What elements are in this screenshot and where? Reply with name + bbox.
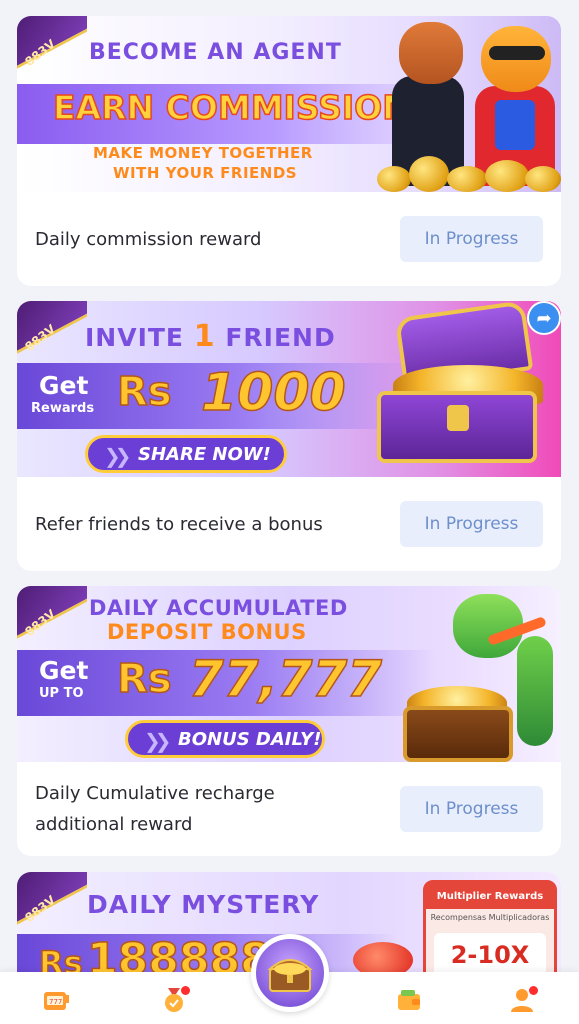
task-label: Daily commission reward — [35, 228, 262, 250]
notification-dot — [529, 986, 538, 995]
agent-sub-line2: WITH YOUR FRIENDS — [113, 164, 298, 182]
deposit-title-line2: DEPOSIT BONUS — [107, 620, 307, 644]
deposit-title-line1: DAILY ACCUMULATED — [89, 596, 348, 620]
task-label: Refer friends to receive a bonus — [35, 513, 323, 535]
deposit-banner[interactable]: 883V DAILY ACCUMULATED DEPOSIT BONUS Get… — [17, 586, 561, 762]
slots-icon: 777 — [44, 992, 69, 1010]
bonus-amount: 77,777 — [188, 649, 382, 709]
share-icon[interactable]: ➦ — [527, 301, 561, 335]
share-now-button[interactable]: ❯❯ SHARE NOW! — [85, 435, 287, 473]
multiplier-value: 2-10X — [434, 933, 546, 977]
multiplier-subtitle: Recompensas Multiplicadoras — [430, 913, 550, 922]
invite-banner[interactable]: 883V INVITE 1 FRIEND Get Rewards Rs 1000… — [17, 301, 561, 477]
invite-title: INVITE 1 FRIEND — [85, 319, 336, 354]
nav-slots[interactable]: 777 — [40, 984, 72, 1016]
mystery-title: DAILY MYSTERY — [87, 890, 320, 919]
svg-text:777: 777 — [49, 998, 62, 1006]
chevron-right-icon: ❯❯ — [104, 444, 131, 468]
get-text: Get — [39, 656, 89, 685]
multiplier-title: Multiplier Rewards — [426, 883, 554, 909]
promo-card-deposit[interactable]: 883V DAILY ACCUMULATED DEPOSIT BONUS Get… — [17, 586, 561, 856]
promo-card-agent[interactable]: 883V BECOME AN AGENT EARN COMMISSION MAK… — [17, 16, 561, 286]
nav-medal[interactable] — [158, 984, 190, 1016]
status-button[interactable]: In Progress — [400, 786, 543, 832]
task-row: Refer friends to receive a bonus In Prog… — [17, 477, 561, 571]
task-row: Daily Cumulative recharge additional rew… — [17, 762, 561, 856]
agent-sub-line1: MAKE MONEY TOGETHER — [93, 144, 313, 162]
status-button[interactable]: In Progress — [400, 501, 543, 547]
task-label: Daily Cumulative recharge additional rew… — [35, 783, 275, 835]
chevron-right-icon: ❯❯ — [144, 729, 171, 753]
currency-label: Rs — [116, 655, 172, 703]
get-text: Get — [39, 371, 89, 400]
agent-banner[interactable]: 883V BECOME AN AGENT EARN COMMISSION MAK… — [17, 16, 561, 192]
reward-amount: 1000 — [200, 362, 346, 424]
nav-profile[interactable] — [506, 984, 538, 1016]
nav-wallet[interactable] — [393, 984, 425, 1016]
rewards-text: Rewards — [31, 401, 95, 416]
bonus-daily-button[interactable]: ❯❯ BONUS DAILY! — [125, 720, 325, 758]
status-button[interactable]: In Progress — [400, 216, 543, 262]
up-to-text: UP TO — [39, 686, 84, 701]
currency-label: Rs — [116, 368, 172, 416]
agent-headline: BECOME AN AGENT — [89, 40, 342, 65]
treasure-chest-icon — [267, 959, 313, 992]
wallet-icon — [398, 990, 420, 1010]
task-row: Daily commission reward In Progress — [17, 192, 561, 286]
promo-card-invite[interactable]: 883V INVITE 1 FRIEND Get Rewards Rs 1000… — [17, 301, 561, 571]
center-treasure-button[interactable] — [251, 934, 329, 1012]
notification-dot — [181, 986, 190, 995]
earn-commission-text: EARN COMMISSION — [52, 87, 410, 128]
